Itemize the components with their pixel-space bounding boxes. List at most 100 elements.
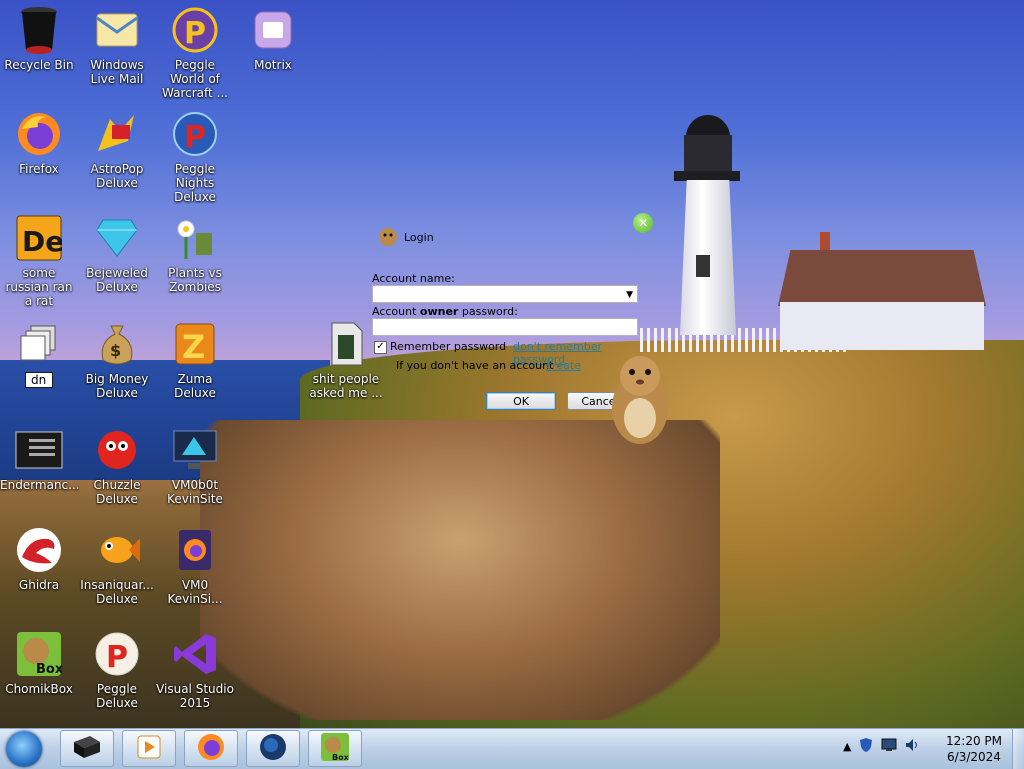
chevron-down-icon[interactable]: ▼ xyxy=(626,290,633,300)
media-player-icon xyxy=(136,734,162,763)
desktop-icon-bejeweled-deluxe[interactable]: Bejeweled Deluxe xyxy=(78,214,156,294)
chuzzle-red-ball-icon xyxy=(93,426,141,474)
network-monitor-icon[interactable] xyxy=(881,737,897,756)
lighthouse-cap xyxy=(686,115,730,137)
login-dialog: Login ✕ Account name: ▼ Account owner pa… xyxy=(370,213,653,420)
desktop-icon-big-money-deluxe[interactable]: $ Big Money Deluxe xyxy=(78,320,156,400)
create-account-link[interactable]: create xyxy=(546,359,581,372)
recycle-bin-icon xyxy=(15,6,63,54)
house-image xyxy=(778,232,986,350)
vm-monitor-icon xyxy=(171,426,219,474)
icon-label: Bejeweled Deluxe xyxy=(86,266,148,294)
remember-checkbox[interactable]: ✓ xyxy=(374,341,387,354)
svg-text:P: P xyxy=(184,16,206,51)
password-label: Account owner password: xyxy=(372,305,518,318)
no-account-text: If you don't have an account - xyxy=(396,359,561,372)
motrix-icon xyxy=(249,6,297,54)
peggle-nights-icon: P xyxy=(171,110,219,158)
password-field[interactable] xyxy=(372,318,638,336)
volume-icon[interactable] xyxy=(904,737,920,756)
stacked-windows-icon xyxy=(15,320,63,368)
desktop-icon-peggle-deluxe[interactable]: P Peggle Deluxe xyxy=(78,630,156,710)
icon-label: Windows Live Mail xyxy=(90,58,144,86)
lighthouse-window xyxy=(696,255,710,277)
money-bag-icon: $ xyxy=(93,320,141,368)
desktop-icon-visual-studio-2015[interactable]: Visual Studio 2015 xyxy=(156,630,234,710)
icon-label: VM0b0t KevinSite xyxy=(167,478,223,506)
system-clock[interactable]: 12:20 PM 6/3/2024 xyxy=(938,733,1010,765)
desktop-icon-recycle-bin[interactable]: Recycle Bin xyxy=(0,6,78,72)
show-desktop-button[interactable] xyxy=(1012,729,1024,769)
show-hidden-icons-button[interactable]: ▲ xyxy=(843,740,851,753)
icon-label: Peggle Nights Deluxe xyxy=(174,162,216,204)
taskbar-item-media[interactable] xyxy=(122,730,176,767)
desktop-icon-dn[interactable]: dn xyxy=(0,320,78,388)
icon-label: Insaniquar... Deluxe xyxy=(80,578,154,606)
shield-icon[interactable] xyxy=(858,737,874,756)
taskbar-item-chomikbox[interactable]: Box xyxy=(308,730,362,767)
windows-start-button[interactable] xyxy=(6,731,42,767)
svg-text:Z: Z xyxy=(182,328,205,366)
desktop-icon-insaniquarium-deluxe[interactable]: Insaniquar... Deluxe xyxy=(78,526,156,606)
zuma-z-icon: Z xyxy=(171,320,219,368)
black-box-icon xyxy=(72,734,102,763)
icon-label: Plants vs Zombies xyxy=(168,266,222,294)
close-icon[interactable]: ✕ xyxy=(633,213,653,233)
file-document-icon xyxy=(322,320,370,368)
desktop: Recycle Bin Firefox De some russian ran … xyxy=(0,0,1024,728)
desktop-icon-motrix[interactable]: Motrix xyxy=(234,6,312,72)
desktop-icon-some-russian-ran-a-rat[interactable]: De some russian ran a rat xyxy=(0,214,78,308)
desktop-icon-firefox[interactable]: Firefox xyxy=(0,110,78,176)
taskbar-item-app1[interactable] xyxy=(60,730,114,767)
peggle-p-icon: P xyxy=(93,630,141,678)
desktop-icon-vm0b0t-kevinsite[interactable]: VM0b0t KevinSite xyxy=(156,426,234,506)
hamster-app-icon xyxy=(376,224,400,251)
globe-icon xyxy=(259,733,287,764)
icon-label: ChomikBox xyxy=(5,682,73,696)
desktop-icon-chomikbox[interactable]: Box ChomikBox xyxy=(0,630,78,696)
desktop-icon-zuma-deluxe[interactable]: Z Zuma Deluxe xyxy=(156,320,234,400)
svg-text:De: De xyxy=(22,225,62,258)
desktop-icon-ghidra[interactable]: Ghidra xyxy=(0,526,78,592)
taskbar-item-firefox[interactable] xyxy=(184,730,238,767)
account-name-label: Account name: xyxy=(372,272,455,285)
desktop-icon-peggle-nights-deluxe[interactable]: P Peggle Nights Deluxe xyxy=(156,110,234,204)
rocks-background xyxy=(200,420,720,720)
chomikbox-hamster-icon: Box xyxy=(320,732,350,765)
desktop-icon-windows-live-mail[interactable]: Windows Live Mail xyxy=(78,6,156,86)
astropop-icon xyxy=(93,110,141,158)
diamond-gem-icon xyxy=(93,214,141,262)
ok-button[interactable]: OK xyxy=(486,392,556,410)
desktop-icon-plants-vs-zombies[interactable]: Plants vs Zombies xyxy=(156,214,234,294)
login-title-bar: Login xyxy=(376,224,434,251)
chomikbox-hamster-icon: Box xyxy=(15,630,63,678)
icon-label: Recycle Bin xyxy=(4,58,74,72)
de-app-icon: De xyxy=(15,214,63,262)
icon-label: Firefox xyxy=(19,162,59,176)
mail-envelope-icon xyxy=(93,6,141,54)
svg-text:P: P xyxy=(106,640,128,675)
remember-label: Remember password xyxy=(390,340,507,353)
icon-label: AstroPop Deluxe xyxy=(90,162,144,190)
ghidra-dragon-icon xyxy=(15,526,63,574)
account-name-combobox[interactable]: ▼ xyxy=(372,285,638,303)
desktop-icon-chuzzle-deluxe[interactable]: Chuzzle Deluxe xyxy=(78,426,156,506)
firefox-icon xyxy=(15,110,63,158)
house-walls xyxy=(780,302,984,350)
lighthouse-rail xyxy=(674,171,740,181)
rename-input[interactable]: dn xyxy=(25,372,53,388)
goldfish-icon xyxy=(93,526,141,574)
svg-text:$: $ xyxy=(110,341,121,360)
taskbar-item-globe[interactable] xyxy=(246,730,300,767)
icon-label: some russian ran a rat xyxy=(5,266,73,308)
icon-label: Visual Studio 2015 xyxy=(156,682,234,710)
desktop-icon-endermanc[interactable]: Endermanc... xyxy=(0,426,80,492)
icon-label: Motrix xyxy=(254,58,292,72)
icon-label: Big Money Deluxe xyxy=(85,372,149,400)
firefox-icon xyxy=(197,733,225,764)
desktop-icon-peggle-world-of-warcraft[interactable]: P Peggle World of Warcraft ... xyxy=(156,6,234,100)
firefox-file-icon xyxy=(171,526,219,574)
desktop-icon-vm0-kevinsite[interactable]: VM0 KevinSi... xyxy=(156,526,234,606)
desktop-icon-astropop-deluxe[interactable]: AstroPop Deluxe xyxy=(78,110,156,190)
peggle-wow-icon: P xyxy=(171,6,219,54)
